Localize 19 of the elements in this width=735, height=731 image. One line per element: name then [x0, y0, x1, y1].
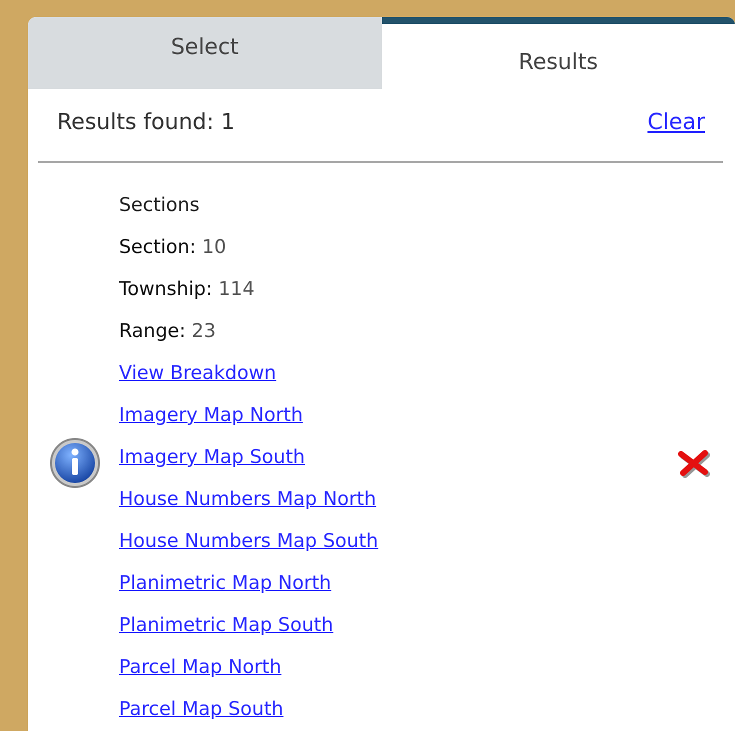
- tab[interactable]: Results: [382, 17, 735, 89]
- attribute-text: Section: 10: [119, 235, 228, 260]
- attribute-text: Township: 114: [119, 277, 256, 302]
- results-count: Results found: 1: [57, 110, 235, 134]
- map-link[interactable]: Parcel Map South: [119, 698, 284, 720]
- map-link[interactable]: Imagery Map South: [119, 446, 305, 468]
- clear-link[interactable]: Clear: [647, 110, 705, 134]
- map-link[interactable]: House Numbers Map North: [119, 488, 376, 510]
- map-link[interactable]: View Breakdown: [119, 362, 276, 384]
- attribute-text: Range: 23: [119, 319, 217, 344]
- map-link[interactable]: House Numbers Map South: [119, 530, 378, 552]
- map-link[interactable]: Imagery Map North: [119, 404, 303, 426]
- map-link[interactable]: Planimetric Map North: [119, 572, 332, 594]
- delete-icon[interactable]: [675, 448, 711, 478]
- info-icon[interactable]: [49, 437, 101, 489]
- map-link[interactable]: Planimetric Map South: [119, 614, 334, 636]
- map-link[interactable]: Parcel Map North: [119, 656, 282, 678]
- layer-title: Sections: [119, 193, 200, 218]
- tab[interactable]: Select: [28, 17, 382, 89]
